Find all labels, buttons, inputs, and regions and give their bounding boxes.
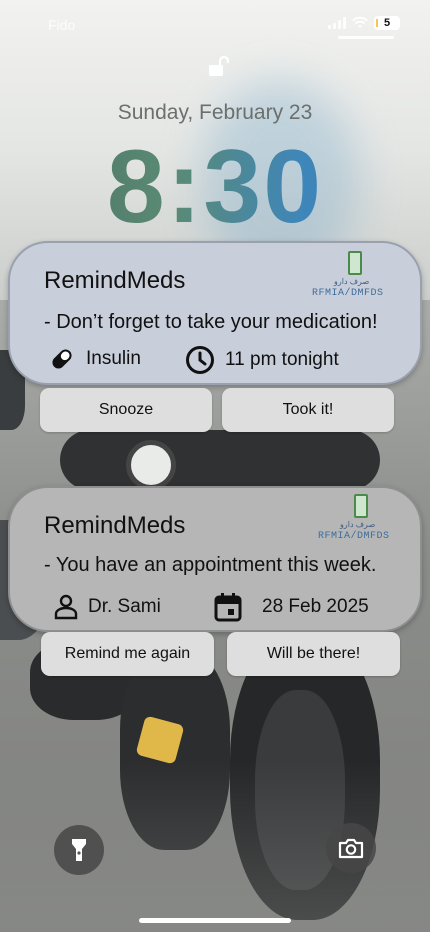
cellular-signal-icon: [328, 17, 346, 29]
carrier-name: Fido: [48, 17, 76, 33]
doctor-name: Dr. Sami: [54, 594, 161, 620]
calendar-icon: [214, 593, 242, 622]
medication-label: Insulin: [86, 348, 141, 369]
system-indicators: 5: [328, 16, 400, 30]
person-icon: [54, 594, 78, 620]
doctor-label: Dr. Sami: [88, 596, 161, 617]
snooze-button[interactable]: Snooze: [40, 388, 212, 432]
notification-message: - Don’t forget to take your medication!: [44, 311, 378, 333]
medication-time-label: 11 pm tonight: [225, 349, 339, 370]
remindmeds-logo: صرف دارو RFMIA/DMFDS: [310, 251, 400, 303]
took-it-button[interactable]: Took it!: [222, 388, 394, 432]
notification-message: - You have an appointment this week.: [44, 554, 377, 576]
unlocked-padlock-icon: [209, 56, 229, 76]
will-be-there-button[interactable]: Will be there!: [227, 632, 400, 676]
flashlight-icon: [72, 839, 86, 861]
medication-name: Insulin: [48, 345, 141, 373]
logo-wordmark: RFMIA/DMFDS: [318, 531, 390, 542]
medication-time: 11 pm tonight: [185, 345, 339, 375]
medication-notification[interactable]: RemindMeds صرف دارو RFMIA/DMFDS - Don’t …: [8, 241, 422, 385]
logo-small-text: صرف دارو: [334, 277, 370, 286]
pill-icon: [52, 349, 72, 369]
appointment-date: 28 Feb 2025: [214, 592, 369, 622]
home-indicator[interactable]: [139, 918, 291, 923]
notification-app-name: RemindMeds: [44, 512, 186, 539]
status-bar: Fido 5: [0, 0, 430, 50]
logo-wordmark: RFMIA/DMFDS: [312, 288, 384, 299]
camera-icon: [338, 838, 364, 859]
status-underline: [338, 36, 394, 39]
wifi-icon: [352, 17, 368, 28]
battery-indicator: 5: [374, 16, 400, 30]
logo-small-text: صرف دارو: [340, 520, 376, 529]
notification-app-name: RemindMeds: [44, 267, 186, 294]
phone-logo-icon: [354, 494, 368, 518]
appointment-date-label: 28 Feb 2025: [262, 596, 369, 617]
flashlight-button[interactable]: [54, 825, 104, 875]
remindmeds-logo: صرف دارو RFMIA/DMFDS: [316, 494, 406, 546]
lock-screen-date: Sunday, February 23: [117, 101, 313, 124]
camera-button[interactable]: [326, 823, 376, 873]
lock-screen-time: 8:30: [0, 128, 430, 247]
remind-me-again-button[interactable]: Remind me again: [41, 632, 214, 676]
phone-logo-icon: [348, 251, 362, 275]
appointment-notification[interactable]: RemindMeds صرف دارو RFMIA/DMFDS - You ha…: [8, 486, 422, 632]
clock-icon: [186, 346, 214, 374]
